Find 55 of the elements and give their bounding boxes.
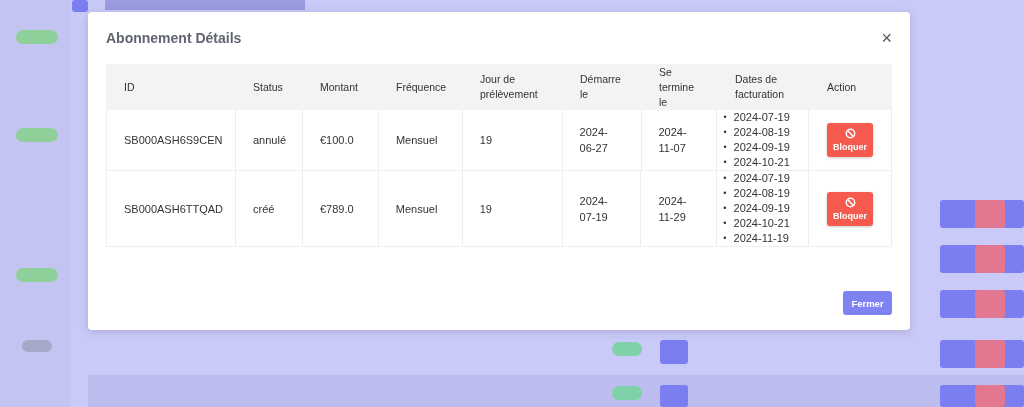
start-date-cell-text: 2024-07-19 — [579, 193, 609, 225]
ban-icon — [844, 196, 856, 208]
close-button[interactable]: × — [881, 29, 892, 47]
billing-date: 2024-07-19 — [733, 110, 790, 125]
end-date-cell-text: 2024-11-07 — [658, 125, 688, 156]
block-button[interactable]: Bloquer — [827, 123, 874, 157]
billing-date: 2024-08-19 — [733, 186, 790, 201]
close-modal-button[interactable]: Fermer — [843, 291, 892, 315]
day-cell-text: 19 — [479, 133, 492, 148]
start-date-cell-text: 2024-06-27 — [579, 125, 609, 156]
bullet: • — [723, 232, 727, 245]
amount-cell-text: €100.0 — [320, 133, 354, 148]
blurred-logo — [72, 0, 88, 12]
blurred-badge — [16, 268, 58, 282]
amount-cell-text: €789.0 — [319, 201, 354, 217]
ban-icon — [844, 128, 856, 139]
column-header: Se termine le — [658, 64, 695, 110]
frequency-cell-text: Mensuel — [395, 133, 438, 148]
bullet: • — [723, 172, 727, 185]
column-header: Status — [252, 79, 284, 95]
billing-date: 2024-09-19 — [733, 140, 790, 155]
bullet: • — [723, 187, 727, 200]
blurred-badge — [16, 128, 58, 142]
bullet: • — [723, 202, 727, 215]
billing-date: 2024-09-19 — [733, 201, 790, 216]
column-header: Jour de prélèvement — [479, 72, 539, 102]
id-cell-text: SB000ASH6TTQAD — [124, 201, 224, 217]
block-button[interactable]: Bloquer — [827, 191, 874, 226]
frequency-cell-text: Mensuel — [395, 201, 438, 217]
end-date-cell-text: 2024-11-29 — [658, 193, 688, 225]
column-header: Fréquence — [395, 79, 448, 95]
column-header: Montant — [319, 79, 359, 95]
billing-date: 2024-10-21 — [733, 216, 790, 231]
billing-date: 2024-10-21 — [733, 155, 790, 170]
bullet: • — [723, 156, 727, 169]
bullet: • — [723, 126, 727, 139]
blurred-badge — [16, 30, 58, 44]
billing-date: 2024-07-19 — [733, 171, 790, 186]
modal-title: Abonnement Détails — [106, 30, 242, 46]
id-cell-text: SB000ASH6S9CEN — [124, 133, 223, 148]
bullet: • — [723, 141, 727, 154]
status-cell-text: créé — [253, 201, 275, 217]
column-header: Dates de facturation — [734, 72, 786, 102]
day-cell-text: 19 — [479, 201, 492, 217]
blurred-badge — [612, 386, 642, 400]
column-header: ID — [123, 79, 136, 95]
billing-date: 2024-11-19 — [733, 231, 789, 246]
bullet: • — [723, 217, 727, 230]
column-header: Démarre le — [579, 72, 622, 102]
bullet: • — [723, 111, 727, 124]
status-cell-text: annulé — [253, 133, 287, 148]
blurred-badge — [22, 340, 52, 352]
blurred-badge — [612, 342, 642, 356]
column-header: Action — [826, 79, 858, 95]
billing-date: 2024-08-19 — [733, 125, 790, 140]
